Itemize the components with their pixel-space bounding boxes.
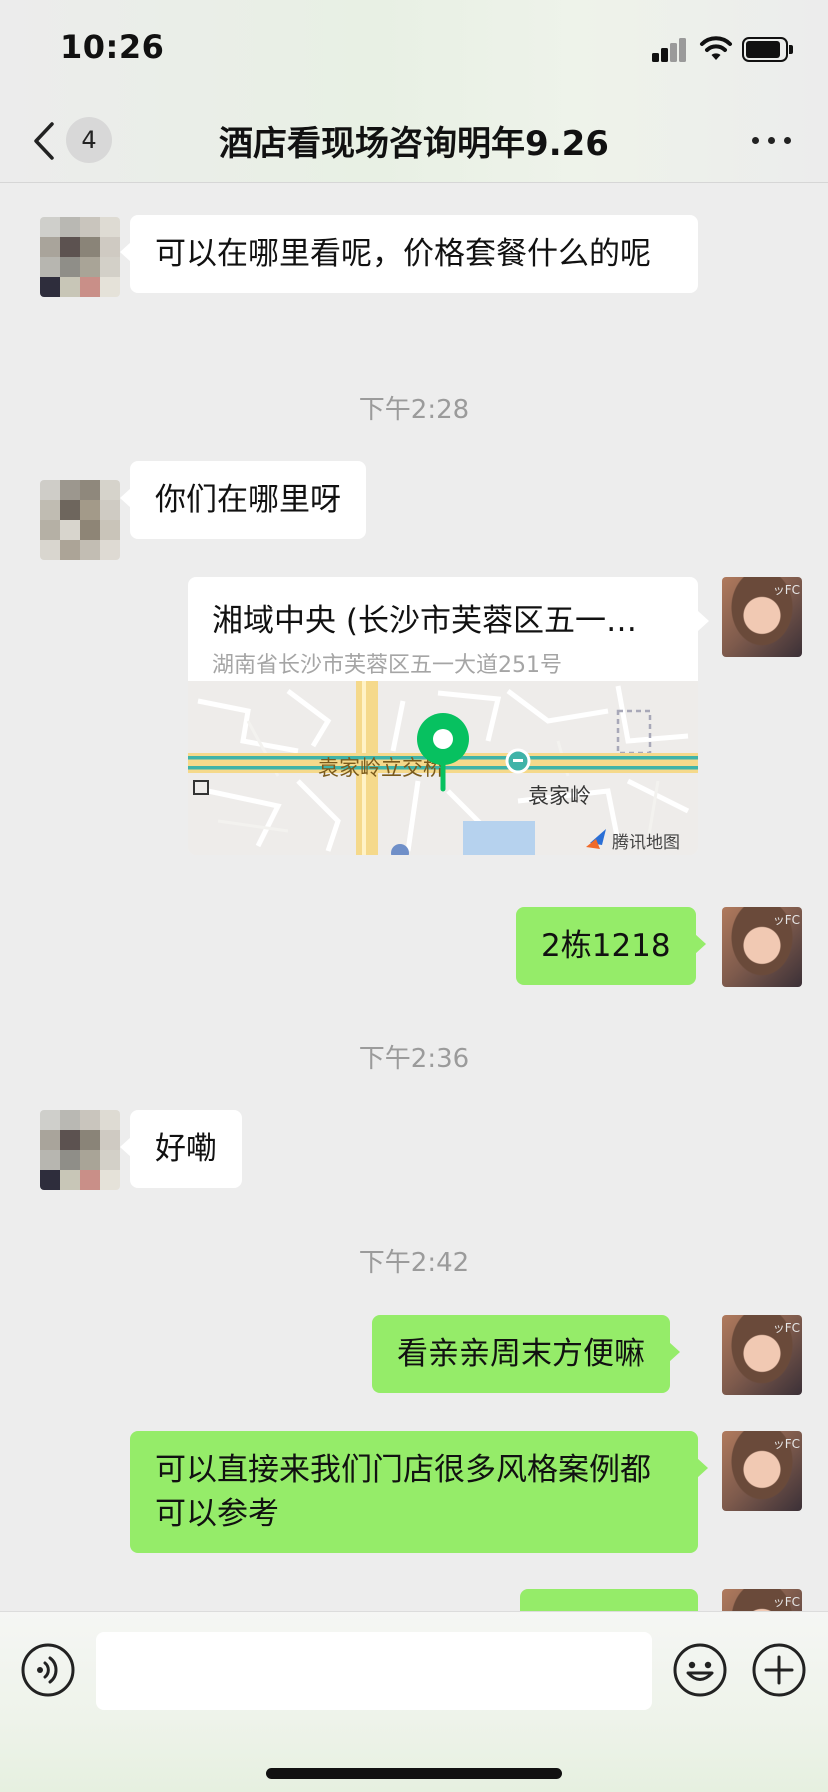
message-list[interactable]: 可以在哪里看呢，价格套餐什么的呢 下午2:28 你们在哪里呀 湘域中央 (长沙市… bbox=[0, 184, 828, 1611]
location-card[interactable]: 湘域中央 (长沙市芙蓉区五一… 湖南省长沙市芙蓉区五一大道251号 袁家岭立交桥… bbox=[188, 577, 698, 855]
message-text: 可以在哪里看呢，价格套餐什么的呢 bbox=[155, 236, 651, 272]
message-bubble-incoming[interactable]: 可以在哪里看呢，价格套餐什么的呢 bbox=[120, 215, 698, 293]
location-name: 湘域中央 (长沙市芙蓉区五一… bbox=[212, 603, 637, 639]
plus-icon[interactable] bbox=[751, 1642, 807, 1698]
message-text: 你们在哪里呀 bbox=[155, 482, 341, 518]
voice-icon[interactable] bbox=[20, 1642, 76, 1698]
message-bubble-outgoing[interactable]: 可以直接来我们门店很多风格案例都可以参考 bbox=[130, 1431, 708, 1553]
cellular-signal-icon bbox=[652, 38, 688, 62]
battery-icon bbox=[742, 37, 794, 62]
top-bar: 10:26 4 酒店看现场咨询明年9.26 bbox=[0, 0, 828, 183]
chat-title: 酒店看现场咨询明年9.26 bbox=[219, 124, 609, 164]
map-provider-label: 腾讯地图 bbox=[612, 833, 680, 853]
contact-avatar[interactable] bbox=[40, 480, 120, 560]
home-indicator bbox=[266, 1768, 562, 1779]
my-avatar[interactable]: ッFC bbox=[722, 1315, 802, 1395]
map-label-area: 袁家岭 bbox=[528, 784, 591, 808]
message-bubble-outgoing[interactable]: 看亲亲周末方便嘛 bbox=[372, 1315, 680, 1393]
my-avatar[interactable]: ッFC bbox=[722, 1431, 802, 1511]
message-timestamp: 下午2:28 bbox=[358, 395, 470, 425]
message-text: 2栋1218 bbox=[541, 928, 671, 964]
status-time: 10:26 bbox=[60, 28, 165, 66]
map-label-bridge: 袁家岭立交桥 bbox=[318, 756, 444, 780]
more-options-icon[interactable] bbox=[748, 122, 796, 158]
back-chevron-icon[interactable] bbox=[28, 118, 64, 164]
message-timestamp: 下午2:36 bbox=[358, 1044, 470, 1074]
my-avatar[interactable]: ッFC bbox=[722, 907, 802, 987]
message-text: 看亲亲周末方便嘛 bbox=[397, 1336, 645, 1372]
message-input[interactable] bbox=[96, 1632, 652, 1710]
location-address: 湖南省长沙市芙蓉区五一大道251号 bbox=[212, 653, 562, 678]
my-avatar[interactable]: ッFC bbox=[722, 1589, 802, 1611]
message-text: 好嘞 bbox=[155, 1131, 217, 1167]
message-bubble-incoming[interactable]: 你们在哪里呀 bbox=[120, 461, 366, 539]
emoji-icon[interactable] bbox=[672, 1642, 728, 1698]
input-bar bbox=[0, 1611, 828, 1792]
message-bubble-incoming[interactable]: 好嘞 bbox=[120, 1110, 242, 1188]
message-bubble-outgoing-partial[interactable] bbox=[520, 1589, 698, 1611]
bubble-tail bbox=[698, 611, 709, 631]
message-bubble-outgoing[interactable]: 2栋1218 bbox=[516, 907, 706, 985]
message-text: 可以直接来我们门店很多风格案例都可以参考 bbox=[155, 1452, 651, 1532]
wifi-icon bbox=[700, 36, 732, 60]
message-timestamp: 下午2:42 bbox=[358, 1248, 470, 1278]
contact-avatar[interactable] bbox=[40, 217, 120, 297]
unread-count-badge[interactable]: 4 bbox=[66, 117, 112, 163]
location-map[interactable]: 袁家岭立交桥 袁家岭 腾讯地图 bbox=[188, 681, 698, 855]
my-avatar[interactable]: ッFC bbox=[722, 577, 802, 657]
contact-avatar[interactable] bbox=[40, 1110, 120, 1190]
